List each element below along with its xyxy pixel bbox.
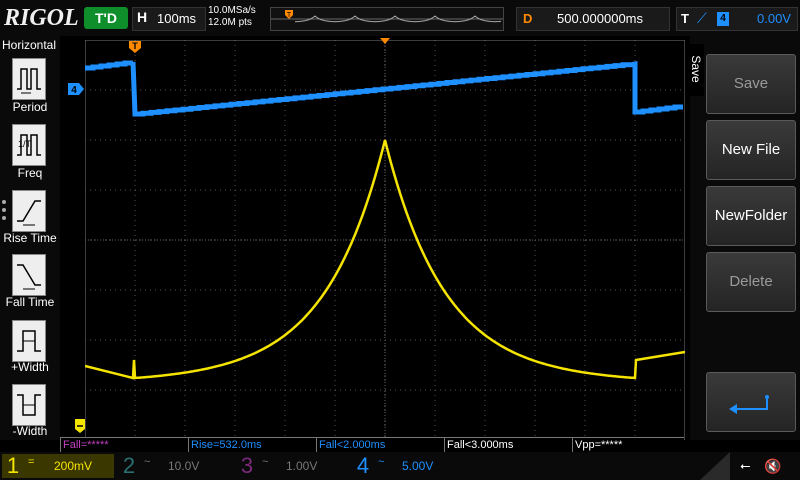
measurement-item[interactable]: Fall=***** <box>60 438 189 452</box>
trigger-position-marker[interactable]: T <box>128 40 142 54</box>
channel-1-ground-marker[interactable] <box>74 418 86 434</box>
channel-scale: 200mV <box>54 459 93 473</box>
measurement-item[interactable]: Fall<2.000ms <box>316 438 445 452</box>
waveform-graticule <box>84 39 686 441</box>
channel-bar: 1 = 200mV 2 ~ 10.0V 3 ~ 1.00V 4 ~ 5.00V <box>0 452 800 480</box>
trigger-source-badge: 4 <box>717 12 729 26</box>
new-folder-button[interactable]: NewFolder <box>706 186 796 246</box>
center-marker-icon <box>380 38 390 44</box>
measurement-item[interactable]: Vpp=***** <box>572 438 683 452</box>
trigger-label: T <box>681 11 689 26</box>
fall-time-button[interactable] <box>12 254 46 296</box>
wedge-icon <box>700 452 730 480</box>
frequency-icon: 1/T <box>17 134 41 156</box>
timebase-box[interactable]: H 100ms <box>132 7 206 31</box>
rise-time-label: Rise Time <box>3 231 57 245</box>
page-dot-icon <box>2 216 6 220</box>
channel-2-box[interactable]: 2 ~ 10.0V <box>118 454 232 478</box>
return-arrow-icon <box>729 395 769 414</box>
channel-number: 1 <box>6 453 20 478</box>
dc-coupling-icon: = <box>28 456 35 468</box>
channel-scale: 5.00V <box>402 459 434 473</box>
negative-width-button[interactable] <box>12 384 46 426</box>
channel-number: 2 <box>122 453 136 478</box>
svg-text:1/T: 1/T <box>18 139 32 149</box>
trigger-level-value: 0.00V <box>757 11 791 26</box>
page-dot-icon <box>2 200 6 204</box>
positive-width-icon <box>17 330 41 352</box>
channel-3-box[interactable]: 3 ~ 1.00V <box>236 454 348 478</box>
page-dot-icon <box>2 208 6 212</box>
speaker-muted-icon[interactable]: 🔇 <box>764 458 781 475</box>
channel-number: 3 <box>240 453 254 478</box>
edge-trigger-icon: ⟋ <box>697 10 707 26</box>
channel-number: 4 <box>356 453 370 478</box>
trigger-box[interactable]: T ⟋ 4 0.00V <box>676 7 798 31</box>
menu-title-tab: Save <box>688 44 704 96</box>
delay-label: D <box>523 11 533 26</box>
brand-logo: RIGOL <box>4 5 79 31</box>
left-measure-menu: Horizontal Period 1/T Freq Rise Time Fal… <box>0 36 60 440</box>
negative-width-label: -Width <box>12 424 48 438</box>
freq-button[interactable]: 1/T <box>12 124 46 166</box>
channel-4-ref-marker[interactable]: 4 <box>67 82 85 96</box>
new-file-button[interactable]: New File <box>706 120 796 180</box>
memory-overview[interactable]: T <box>270 7 504 31</box>
measurement-item[interactable]: Fall<3.000ms <box>444 438 573 452</box>
channel-4-box[interactable]: 4 ~ 5.00V <box>352 454 464 478</box>
trigger-position-label: T <box>132 41 138 51</box>
delay-value: 500.000000ms <box>557 11 644 26</box>
channel-scale: 10.0V <box>168 459 200 473</box>
channel-4-ref-label: 4 <box>71 85 77 96</box>
measurement-bar: Fall=***** Rise=532.0ms Fall<2.000ms Fal… <box>60 437 684 452</box>
left-menu-title: Horizontal <box>2 38 57 52</box>
save-button[interactable]: Save <box>706 54 796 114</box>
usb-icon: ⭠ <box>740 458 751 473</box>
fall-time-label: Fall Time <box>5 295 55 309</box>
acquisition-info: 10.0MSa/s 12.0M pts <box>208 5 266 29</box>
measurement-item[interactable]: Rise=532.0ms <box>188 438 317 452</box>
rise-time-button[interactable] <box>12 190 46 232</box>
waveform-display[interactable] <box>84 39 686 441</box>
freq-label: Freq <box>17 166 43 180</box>
menu-title: Save <box>689 55 703 83</box>
ac-coupling-icon: ~ <box>378 456 385 468</box>
trigger-status-badge: T'D <box>84 7 128 29</box>
memory-overview-waveform: T <box>271 10 503 23</box>
memory-depth: 12.0M pts <box>208 17 252 28</box>
channel-4-waveform <box>85 60 683 117</box>
sample-rate: 10.0MSa/s <box>208 5 256 16</box>
ac-coupling-icon: ~ <box>262 456 269 468</box>
positive-width-button[interactable] <box>12 320 46 362</box>
timebase-value: 100ms <box>157 11 197 26</box>
negative-width-icon <box>17 394 41 416</box>
channel-1-box[interactable]: 1 = 200mV <box>2 454 114 478</box>
rise-time-icon <box>17 200 41 226</box>
delete-button[interactable]: Delete <box>706 252 796 312</box>
horizontal-label: H <box>137 9 148 25</box>
fall-time-icon <box>17 264 41 290</box>
top-status-bar: RIGOL T'D H 100ms 10.0MSa/s 12.0M pts T … <box>0 0 800 36</box>
ac-coupling-icon: ~ <box>144 456 151 468</box>
period-icon <box>17 68 41 94</box>
svg-text:T: T <box>287 12 292 19</box>
positive-width-label: +Width <box>11 360 49 374</box>
channel-scale: 1.00V <box>286 459 318 473</box>
back-button[interactable] <box>706 372 796 432</box>
period-label: Period <box>12 100 48 114</box>
delay-box[interactable]: D 500.000000ms <box>516 7 670 31</box>
period-button[interactable] <box>12 58 46 100</box>
